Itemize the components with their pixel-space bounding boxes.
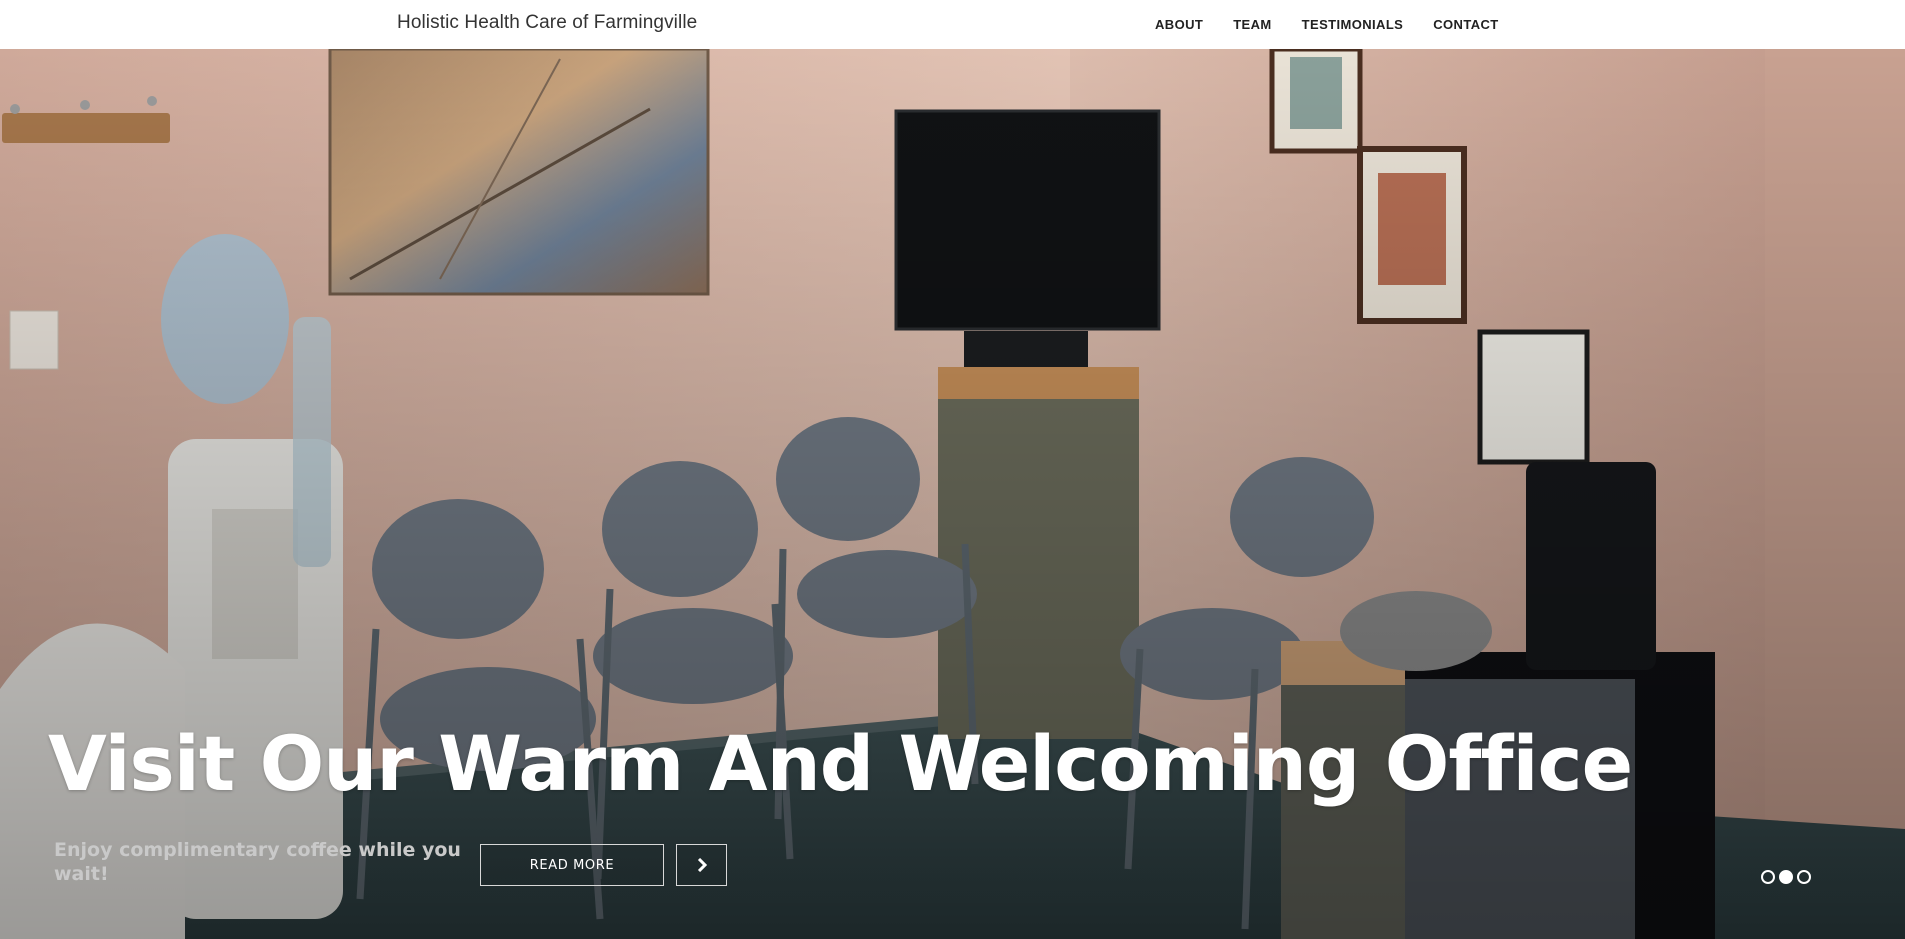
hero-subline: Enjoy complimentary coffee while you wai…: [54, 839, 461, 885]
slide-dot-3[interactable]: [1797, 870, 1811, 884]
main-nav: ABOUT TEAM TESTIMONIALS CONTACT: [1155, 17, 1529, 32]
nav-contact[interactable]: CONTACT: [1433, 17, 1498, 32]
nav-team[interactable]: TEAM: [1233, 17, 1271, 32]
slide-dot-1[interactable]: [1761, 870, 1775, 884]
hero-slider: Visit Our Warm And Welcoming Office Enjo…: [0, 49, 1905, 939]
next-slide-button[interactable]: [676, 844, 727, 886]
hero-headline: Visit Our Warm And Welcoming Office: [48, 719, 1633, 808]
slide-dot-2[interactable]: [1779, 870, 1793, 884]
read-more-button[interactable]: READ MORE: [480, 844, 664, 886]
site-brand[interactable]: Holistic Health Care of Farmingville: [397, 12, 697, 34]
chevron-right-icon: [697, 858, 707, 872]
nav-about[interactable]: ABOUT: [1155, 17, 1203, 32]
site-header: Holistic Health Care of Farmingville ABO…: [0, 0, 1905, 49]
read-more-label: READ MORE: [529, 857, 615, 873]
nav-testimonials[interactable]: TESTIMONIALS: [1302, 17, 1404, 32]
slider-dots: [1761, 870, 1811, 884]
